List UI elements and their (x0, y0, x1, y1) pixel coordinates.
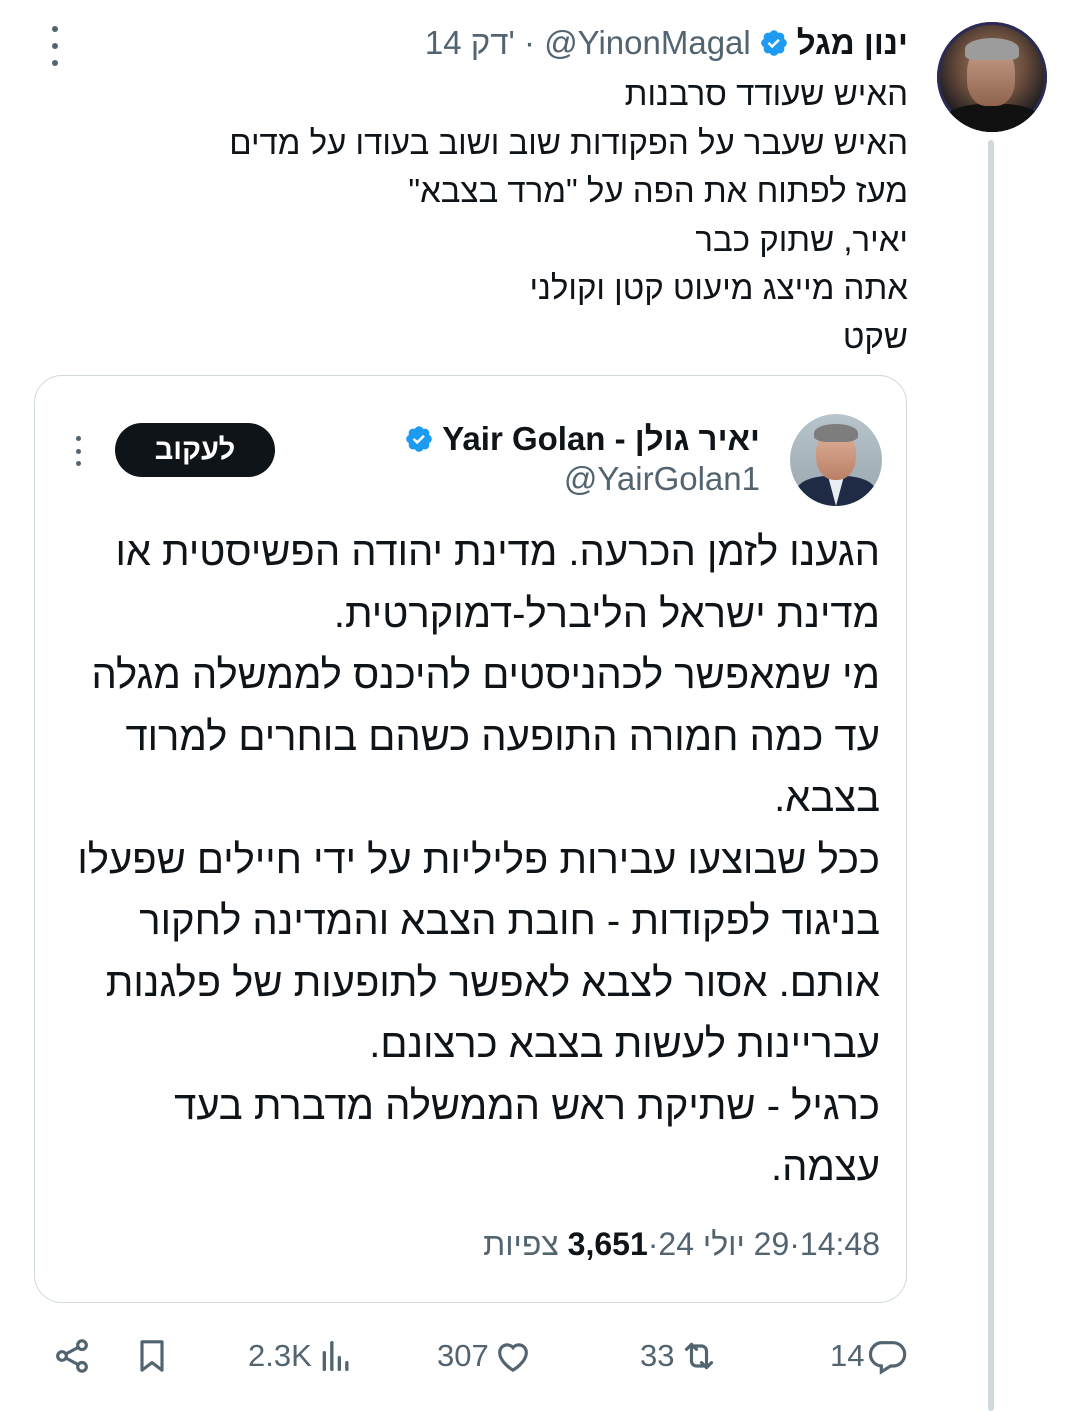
quoted-line: מי שמאפשר לכהניסטים להיכנס לממשלה מגלה (91, 653, 880, 697)
handle-and-time[interactable]: 14 דק' · @YinonMagal (425, 24, 751, 62)
bookmark-button[interactable] (132, 1330, 172, 1382)
follow-button[interactable]: לעקוב (115, 423, 275, 477)
tweet-line: שקט (842, 317, 908, 355)
verified-icon (760, 30, 787, 56)
quoted-line: עצמה. (770, 1145, 880, 1189)
like-count: 307 (437, 1338, 489, 1373)
quoted-date[interactable]: 29 יולי 24 (658, 1226, 789, 1263)
share-button[interactable] (52, 1330, 92, 1382)
quoted-header: יאיר גולן - Yair Golan (404, 418, 760, 460)
views-count: 2.3K (248, 1338, 312, 1373)
views-button[interactable]: 2.3K (248, 1330, 356, 1382)
separator: · (647, 1226, 659, 1262)
quoted-line: עד כמה חמורה התופעה כשהם בוחרים למרוד (125, 714, 881, 759)
handle: @YinonMagal (544, 24, 751, 61)
reply-count: 14 (830, 1338, 865, 1373)
separator: · (789, 1226, 800, 1262)
tweet-line: האיש שעבר על הפקודות שוב ושוב בעודו על מ… (229, 123, 908, 161)
quoted-line: כרגיל - שתיקת ראש הממשלה מדברת בעד (174, 1083, 880, 1128)
quoted-meta: 14:48 · 29 יולי 24 · 3,651 צפיות (483, 1226, 880, 1263)
quoted-line: בצבא. (774, 776, 880, 820)
more-icon[interactable] (72, 436, 84, 466)
quoted-text: הגענו לזמן הכרעה. מדינת יהודה הפשיסטית א… (77, 522, 880, 1199)
author-name[interactable]: ינון מגל (797, 24, 908, 62)
tweet-header: ינון מגל 14 דק' · @YinonMagal (425, 22, 908, 64)
more-icon[interactable] (48, 26, 62, 66)
tweet-line: יאיר, שתוק כבר (695, 220, 908, 258)
retweet-icon (685, 1342, 714, 1370)
like-icon (497, 1343, 528, 1373)
tweet-text: האיש שעודד סרבנות האיש שעבר על הפקודות ש… (229, 70, 908, 361)
quoted-author-name[interactable]: יאיר גולן - Yair Golan (442, 420, 760, 458)
quoted-line: מדינת ישראל הליברל-דמוקרטית. (333, 591, 880, 636)
quoted-time[interactable]: 14:48 (800, 1226, 880, 1263)
separator: · (524, 24, 536, 61)
tweet-line: מעז לפתוח את הפה על "מרד בצבא" (408, 172, 908, 209)
verified-icon (406, 426, 433, 452)
quoted-author-avatar[interactable] (790, 414, 882, 506)
retweet-count: 33 (640, 1338, 675, 1373)
retweet-button[interactable]: 33 (640, 1330, 720, 1382)
quoted-line: עבריינות לעשות בצבא כרצונם. (369, 1022, 880, 1066)
time: 14 דק' (424, 24, 515, 61)
thread-line (988, 140, 994, 1411)
like-button[interactable]: 307 (437, 1330, 533, 1382)
reply-button[interactable]: 14 (830, 1330, 908, 1382)
quoted-line: אותם. אסור לצבא לאפשר לתופעות של פלגנות (105, 960, 880, 1005)
quoted-views-count: 3,651 (567, 1226, 648, 1262)
quoted-line: הגענו לזמן הכרעה. מדינת יהודה הפשיסטית א… (115, 530, 880, 574)
tweet-line: אתה מייצג מיעוט קטן וקולני (529, 269, 908, 306)
quoted-handle[interactable]: @YairGolan1 (564, 460, 760, 498)
share-icon (56, 1339, 88, 1373)
tweet-line: האיש שעודד סרבנות (624, 75, 908, 112)
reply-icon (869, 1341, 907, 1375)
bookmark-icon (140, 1340, 164, 1372)
author-avatar[interactable] (937, 22, 1047, 132)
quoted-line: ככל שבוצעו עבירות פליליות על ידי חיילים … (77, 837, 880, 882)
views-icon (322, 1341, 349, 1371)
quoted-views-label: צפיות (483, 1226, 559, 1262)
quoted-line: בניגוד לפקודות - חובת הצבא והמדינה לחקור (139, 899, 880, 943)
